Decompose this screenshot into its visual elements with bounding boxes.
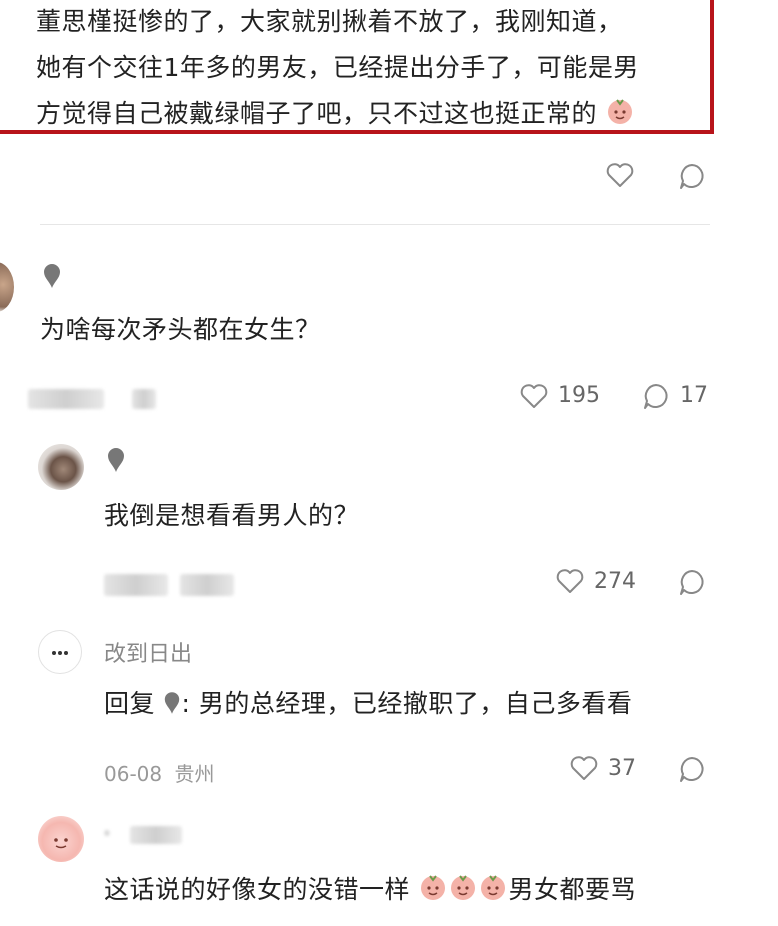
blurred-meta <box>130 826 182 844</box>
like-count: 37 <box>608 756 636 781</box>
blurred-meta <box>104 574 168 596</box>
comment-text: 这话说的好像女的没错一样 <box>104 875 411 904</box>
avatar[interactable] <box>38 444 84 490</box>
like-count: 274 <box>594 569 636 594</box>
peach-face-emoji-icon <box>608 99 633 124</box>
reply-bubble-icon[interactable] <box>642 382 670 410</box>
peach-face-emoji-icon <box>421 875 446 900</box>
blurred-meta <box>104 830 110 836</box>
blurred-meta <box>132 389 156 409</box>
comment-text: : 男的总经理，已经撤职了，自己多看看 <box>181 689 633 718</box>
peach-face-emoji-icon <box>451 875 476 900</box>
like-heart-icon[interactable] <box>606 162 634 188</box>
like-count: 195 <box>558 383 600 408</box>
reply-count: 17 <box>680 383 708 408</box>
section-divider <box>40 224 710 225</box>
reply-bubble-icon[interactable] <box>678 568 706 596</box>
quote-line-3: 方觉得自己被戴绿帽子了吧，只不过这也挺正常的 <box>36 99 598 128</box>
location-pin-icon <box>108 448 124 472</box>
reply-line: 回复 : 男的总经理，已经撤职了，自己多看看 <box>104 684 632 720</box>
blurred-meta <box>180 574 234 596</box>
avatar[interactable] <box>0 262 14 312</box>
comment-meta: 06-08 贵州 <box>104 758 214 787</box>
avatar[interactable] <box>38 630 82 674</box>
comment-line: 这话说的好像女的没错一样 男女都要骂 <box>104 870 636 906</box>
comment-location: 贵州 <box>174 762 215 786</box>
comment-date: 06-08 <box>104 762 163 786</box>
avatar[interactable] <box>38 816 84 862</box>
comment-text: 为啥每次矛头都在女生？ <box>40 315 321 344</box>
quote-line-1: 董思槿挺惨的了，大家就别揪着不放了，我刚知道， <box>36 7 623 36</box>
username[interactable]: 改到日出 <box>104 636 192 668</box>
reply-bubble-icon[interactable] <box>678 162 706 190</box>
reply-prefix: 回复 <box>104 689 156 718</box>
location-pin-icon <box>165 692 180 714</box>
comment-text: 我倒是想看看男人的？ <box>104 501 360 530</box>
like-heart-icon[interactable] <box>556 568 584 594</box>
location-pin-icon <box>44 264 60 288</box>
peach-face-emoji-icon <box>481 875 506 900</box>
comment-suffix: 男女都要骂 <box>508 875 636 904</box>
reply-bubble-icon[interactable] <box>678 755 706 783</box>
like-heart-icon[interactable] <box>570 755 598 781</box>
quote-line-2: 她有个交往1年多的男友，已经提出分手了，可能是男 <box>36 53 639 82</box>
highlighted-quote-box: 董思槿挺惨的了，大家就别揪着不放了，我刚知道， 她有个交往1年多的男友，已经提出… <box>0 0 714 134</box>
more-dots-icon <box>52 651 68 655</box>
pink-face-icon <box>54 838 68 849</box>
blurred-meta <box>28 389 104 409</box>
like-heart-icon[interactable] <box>520 383 548 409</box>
quote-line-3-wrap: 方觉得自己被戴绿帽子了吧，只不过这也挺正常的 <box>36 94 635 130</box>
